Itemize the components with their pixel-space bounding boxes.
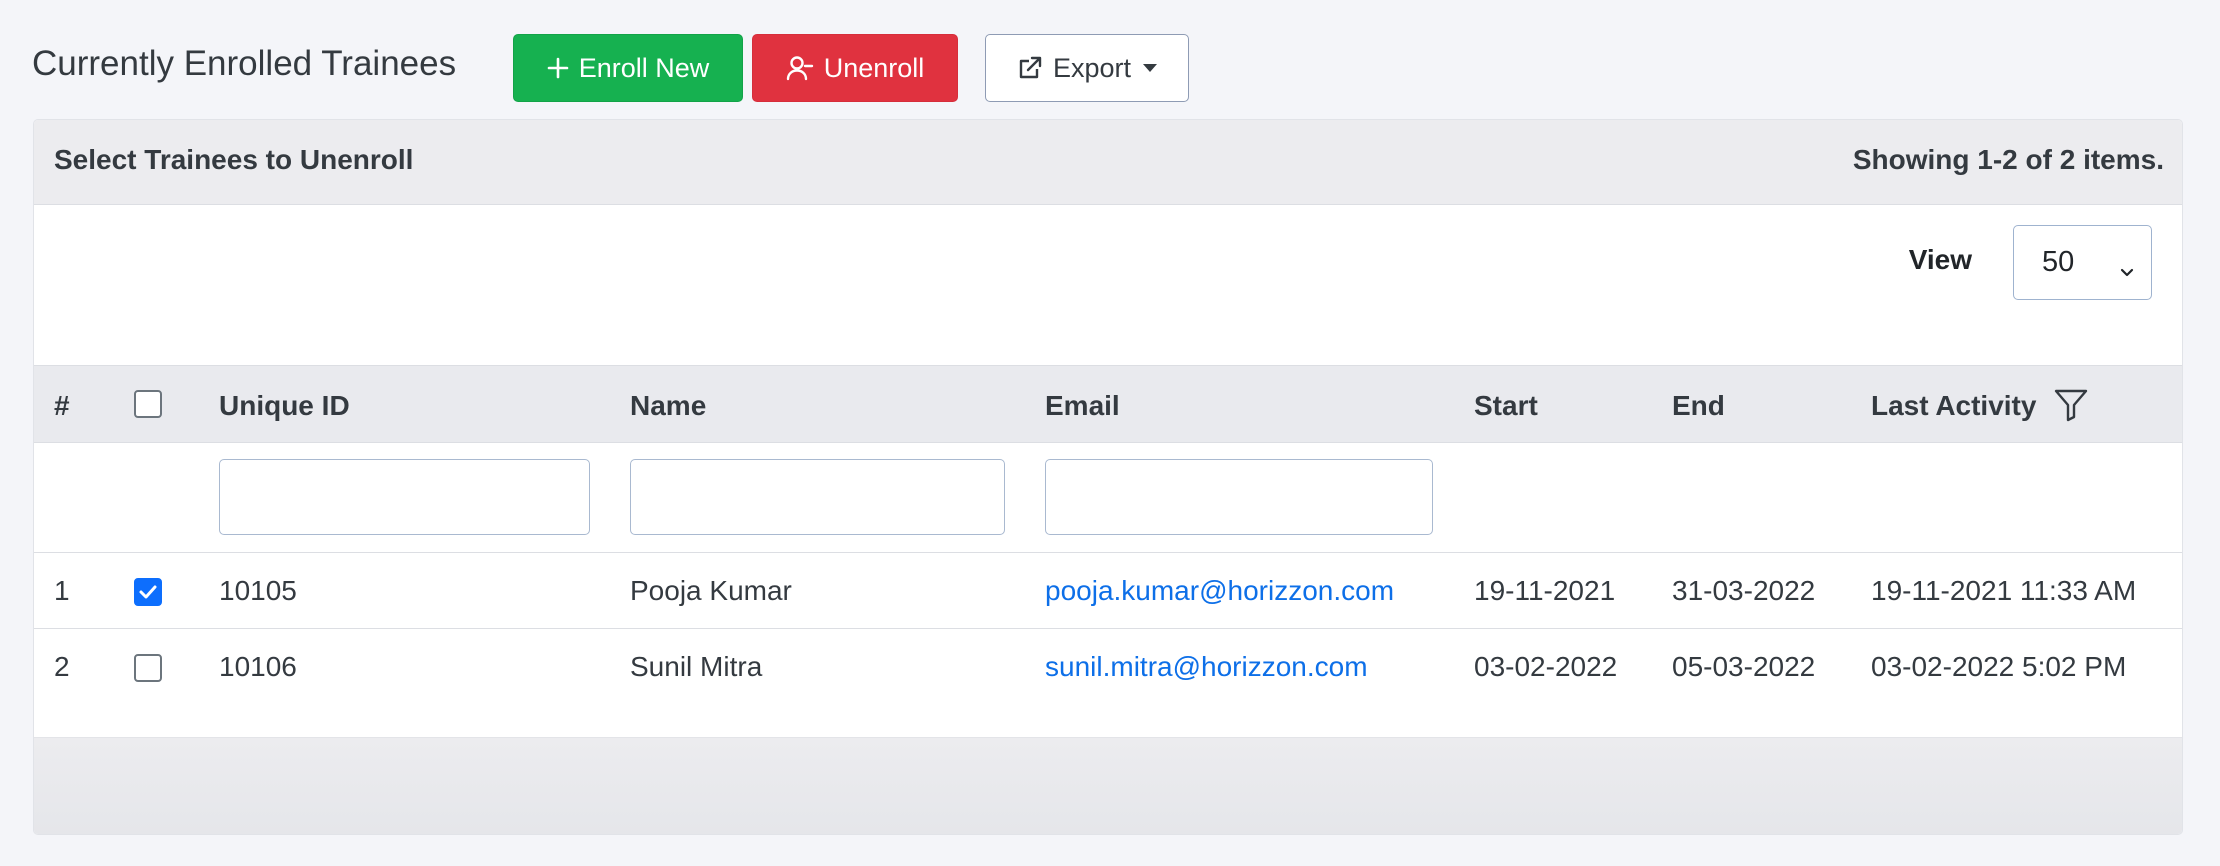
cell-end: 05-03-2022 xyxy=(1672,651,1816,682)
page-size-value: 50 xyxy=(2042,246,2075,278)
cell-last-activity: 03-02-2022 5:02 PM xyxy=(1871,651,2127,682)
items-count: Showing 1-2 of 2 items. xyxy=(1852,144,2164,175)
cell-email-link[interactable]: pooja.kumar@horizzon.com xyxy=(1045,575,1394,607)
external-link-icon xyxy=(1017,55,1043,81)
table-header: # Unique ID Name Email Start End Last Ac… xyxy=(34,365,2182,443)
chevron-down-icon xyxy=(2119,254,2135,287)
checkmark-icon xyxy=(139,585,157,599)
cell-end: 31-03-2022 xyxy=(1672,575,1816,606)
page-size-select[interactable]: 50 xyxy=(2013,225,2152,300)
export-dropdown-button[interactable]: Export xyxy=(985,34,1189,102)
column-header-start[interactable]: Start xyxy=(1474,390,1538,422)
name-filter-input[interactable] xyxy=(630,459,1005,535)
user-minus-icon xyxy=(786,55,814,81)
enroll-new-label: Enroll New xyxy=(578,52,710,83)
unenroll-label: Unenroll xyxy=(823,52,925,83)
table-row[interactable]: 1 10105 Pooja Kumar pooja.kumar@horizzon… xyxy=(34,553,2182,629)
export-label: Export xyxy=(1052,52,1132,83)
unenroll-button[interactable]: Unenroll xyxy=(752,34,958,102)
select-all-checkbox[interactable] xyxy=(134,390,162,418)
column-header-last-activity[interactable]: Last Activity xyxy=(1871,390,2036,422)
row-number: 2 xyxy=(54,651,70,682)
column-header-email[interactable]: Email xyxy=(1045,390,1120,422)
cell-unique-id: 10106 xyxy=(219,651,297,682)
unique-id-filter-input[interactable] xyxy=(219,459,590,535)
cell-start: 19-11-2021 xyxy=(1474,575,1616,606)
plus-icon xyxy=(547,57,569,79)
cell-start: 03-02-2022 xyxy=(1474,651,1618,682)
cell-last-activity: 19-11-2021 11:33 AM xyxy=(1871,575,2137,606)
card-footer xyxy=(34,737,2182,834)
filter-row xyxy=(34,443,2182,553)
table-row[interactable]: 2 10106 Sunil Mitra sunil.mitra@horizzon… xyxy=(34,629,2182,705)
cell-name: Pooja Kumar xyxy=(630,575,792,606)
row-number: 1 xyxy=(54,575,70,606)
cell-email-link[interactable]: sunil.mitra@horizzon.com xyxy=(1045,651,1368,683)
caret-down-icon xyxy=(1143,64,1158,72)
column-header-number: # xyxy=(54,390,70,421)
email-filter-input[interactable] xyxy=(1045,459,1433,535)
cell-unique-id: 10105 xyxy=(219,575,297,606)
row-checkbox[interactable] xyxy=(134,654,162,682)
row-checkbox[interactable] xyxy=(134,578,162,606)
card-header: Select Trainees to Unenroll Showing 1-2 … xyxy=(34,120,2182,205)
funnel-filter-icon[interactable] xyxy=(2053,388,2089,427)
view-label: View xyxy=(1908,244,1972,275)
cell-name: Sunil Mitra xyxy=(630,651,763,682)
column-header-name[interactable]: Name xyxy=(630,390,706,422)
column-header-unique-id[interactable]: Unique ID xyxy=(219,390,350,422)
card-header-title: Select Trainees to Unenroll xyxy=(54,144,414,175)
page-title: Currently Enrolled Trainees xyxy=(32,44,457,83)
enroll-new-button[interactable]: Enroll New xyxy=(513,34,743,102)
toolbar: Currently Enrolled Trainees Enroll New U… xyxy=(32,34,2182,102)
trainees-card: Select Trainees to Unenroll Showing 1-2 … xyxy=(33,119,2183,835)
column-header-end[interactable]: End xyxy=(1672,390,1725,422)
